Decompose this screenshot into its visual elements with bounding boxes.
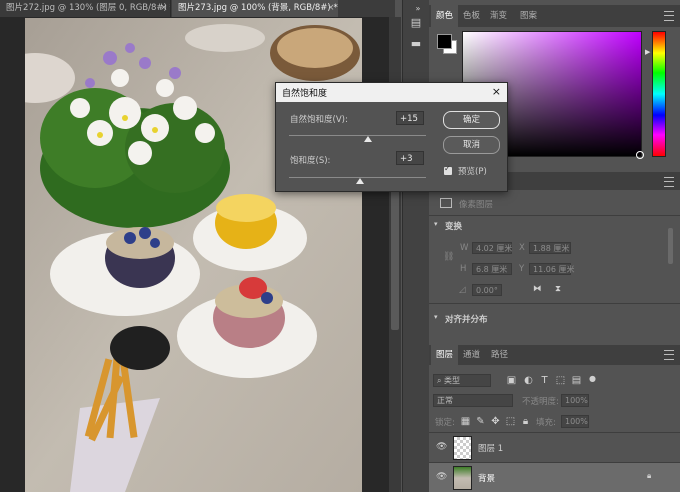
history-icon[interactable]: ▤ xyxy=(409,16,423,30)
layer-name: 图层 1 xyxy=(478,444,504,454)
canvas-scrollbar-thumb[interactable] xyxy=(391,180,399,330)
filter-adjustment-icon[interactable]: ◐ xyxy=(523,375,534,386)
layer-row-background[interactable]: 👁︎ 背景 🔒︎ xyxy=(429,463,680,492)
y-label: Y xyxy=(519,264,525,274)
layer-thumbnail xyxy=(453,436,472,460)
close-tab-2-icon[interactable]: × xyxy=(327,0,335,17)
hue-slider[interactable] xyxy=(652,31,666,157)
ok-button[interactable]: 确定 xyxy=(443,111,500,129)
panel-icon-column: ▤ ▬ » xyxy=(402,0,429,492)
layers-panel-tabs: 图层 通道 路径 xyxy=(429,345,680,365)
color-panel-menu-icon[interactable] xyxy=(664,11,674,21)
layer-row-1[interactable]: 👁︎ 图层 1 xyxy=(429,433,680,462)
divider xyxy=(429,303,680,304)
cancel-button[interactable]: 取消 xyxy=(443,136,500,154)
x-label: X xyxy=(519,243,525,253)
document-tab-2[interactable]: 图片273.jpg @ 100% (背景, RGB/8#) * × xyxy=(172,0,338,17)
x-field[interactable]: 1.88 厘米 xyxy=(529,242,571,254)
saturation-label: 饱和度(S): xyxy=(290,156,331,166)
vibrance-input[interactable]: +15 xyxy=(396,111,424,125)
right-panels: 颜色 色板 渐变 图案 ▶ 像素图层 ▾ 变换 ⛓ W 4.02 厘米 X 1.… xyxy=(429,0,680,492)
tab-paths[interactable]: 路径 xyxy=(486,345,513,365)
filter-shape-icon[interactable]: ⬚ xyxy=(555,375,566,386)
preview-checkbox[interactable] xyxy=(444,164,452,175)
pixel-layer-label: 像素图层 xyxy=(459,200,494,210)
opacity-label: 不透明度: xyxy=(522,397,559,407)
blend-mode-dropdown[interactable]: 正常 xyxy=(433,394,513,407)
tab-patterns[interactable]: 图案 xyxy=(515,5,542,27)
opacity-field[interactable]: 100% xyxy=(561,394,589,407)
pixel-layer-icon xyxy=(440,198,452,208)
properties-panel-menu-icon[interactable] xyxy=(664,177,674,187)
tab-gradients[interactable]: 渐变 xyxy=(485,5,512,27)
flip-horizontal-icon[interactable]: ⧓ xyxy=(533,284,542,294)
vibrance-slider-track[interactable] xyxy=(289,135,426,136)
lock-label: 锁定: xyxy=(435,418,455,428)
lock-all-icon[interactable]: 🔒︎ xyxy=(520,416,531,427)
height-field[interactable]: 6.8 厘米 xyxy=(472,263,512,275)
lock-position-icon[interactable]: ✥ xyxy=(490,416,501,427)
document-tab-2-label: 图片273.jpg @ 100% (背景, RGB/8#) * xyxy=(178,3,338,13)
transform-section-title: 变换 xyxy=(445,222,463,232)
layers-panel-menu-icon[interactable] xyxy=(664,350,674,360)
layer-thumbnail xyxy=(453,466,472,490)
document-tab-bar: 图片272.jpg @ 130% (图层 0, RGB/8#) * × 图片27… xyxy=(0,0,395,17)
filter-smart-object-icon[interactable]: ▤ xyxy=(571,375,582,386)
saturation-input[interactable]: +3 xyxy=(396,151,424,165)
eye-icon[interactable]: 👁︎ xyxy=(436,442,447,452)
preview-label: 预览(P) xyxy=(458,167,487,177)
fill-field[interactable]: 100% xyxy=(561,415,589,428)
close-icon[interactable]: × xyxy=(492,85,501,98)
tab-color[interactable]: 颜色 xyxy=(431,5,459,27)
hue-pointer-icon: ▶ xyxy=(645,48,651,56)
properties-scrollbar[interactable] xyxy=(668,228,673,264)
vibrance-slider-knob[interactable] xyxy=(363,136,372,142)
color-panel-tabs: 颜色 色板 渐变 图案 xyxy=(429,5,680,27)
link-dimensions-icon[interactable]: ⛓ xyxy=(443,252,454,262)
vibrance-label: 自然饱和度(V): xyxy=(290,115,348,125)
lock-icon: 🔒︎ xyxy=(647,471,652,480)
search-icon: ⌕ xyxy=(437,376,445,385)
layer-name: 背景 xyxy=(478,474,496,484)
dialog-title: 自然饱和度 xyxy=(282,89,328,99)
close-tab-1-icon[interactable]: × xyxy=(160,0,168,17)
flip-vertical-icon[interactable]: ⧗ xyxy=(555,284,561,294)
angle-icon: ◿ xyxy=(459,285,466,295)
filter-pixel-icon[interactable]: ▣ xyxy=(506,375,517,386)
document-tab-1-label: 图片272.jpg @ 130% (图层 0, RGB/8#) * xyxy=(6,3,171,13)
align-distribute-section-title: 对齐并分布 xyxy=(445,315,488,325)
lock-transparency-icon[interactable]: ▦ xyxy=(460,416,471,427)
chevron-down-icon[interactable]: ▾ xyxy=(434,313,438,321)
color-picker-marker[interactable] xyxy=(636,151,644,159)
saturation-slider-knob[interactable] xyxy=(355,178,364,184)
divider xyxy=(429,215,680,216)
angle-field[interactable]: 0.00° xyxy=(472,284,502,296)
lock-artboard-icon[interactable]: ⬚ xyxy=(505,416,516,427)
y-field[interactable]: 11.06 厘米 xyxy=(529,263,574,275)
dialog-title-bar[interactable]: 自然饱和度 × xyxy=(276,83,507,102)
width-field[interactable]: 4.02 厘米 xyxy=(472,242,512,254)
fill-label: 填充: xyxy=(536,418,556,428)
tab-channels[interactable]: 通道 xyxy=(458,345,485,365)
chevron-down-icon[interactable]: ▾ xyxy=(434,220,438,228)
foreground-color-swatch[interactable] xyxy=(437,34,452,49)
layer-filter-dropdown[interactable]: ⌕ 类型 xyxy=(433,374,491,387)
lock-pixels-icon[interactable]: ✎ xyxy=(475,416,486,427)
filter-type-icon[interactable]: T xyxy=(539,375,550,386)
collapse-panels-icon[interactable]: » xyxy=(411,2,425,16)
filter-toggle-icon[interactable]: ● xyxy=(587,373,598,384)
width-label: W xyxy=(460,243,469,253)
comment-icon[interactable]: ▬ xyxy=(409,37,423,51)
document-tab-1[interactable]: 图片272.jpg @ 130% (图层 0, RGB/8#) * × xyxy=(0,0,171,17)
eye-icon[interactable]: 👁︎ xyxy=(436,472,447,482)
height-label: H xyxy=(460,264,467,274)
layer-filter-label: 类型 xyxy=(444,376,461,385)
tab-swatches[interactable]: 色板 xyxy=(458,5,485,27)
tab-layers[interactable]: 图层 xyxy=(431,345,459,365)
vibrance-dialog: 自然饱和度 × 自然饱和度(V): +15 饱和度(S): +3 确定 取消 预… xyxy=(275,82,508,192)
